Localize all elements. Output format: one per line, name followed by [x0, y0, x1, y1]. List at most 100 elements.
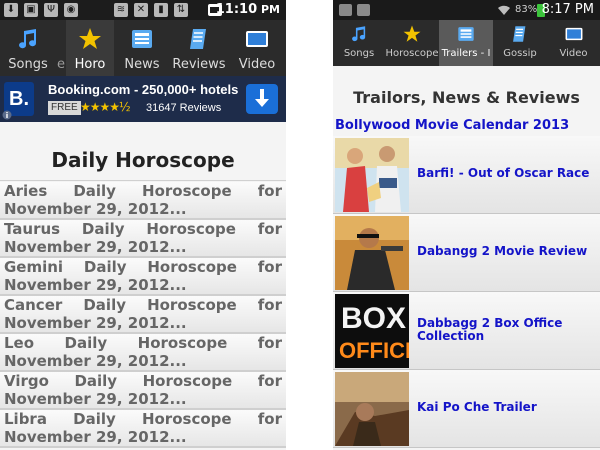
item-word: Horoscope — [142, 372, 233, 390]
ad-headline: Booking.com - 250,000+ hotels — [48, 82, 239, 97]
wifi-icon — [498, 5, 510, 15]
item-word: Horoscope — [142, 182, 232, 200]
item-word: Cancer — [4, 296, 63, 314]
tab-bar: Songs e Horo News Reviews Video — [0, 20, 286, 76]
tab-songs[interactable]: Songs — [333, 20, 385, 66]
tab-label: e — [57, 57, 65, 72]
item-date: November 29, 2012... — [4, 428, 187, 446]
item-word: for — [257, 182, 282, 200]
signal-icon: ▮ — [154, 3, 168, 17]
tab-label: Songs — [343, 48, 375, 59]
list-item[interactable]: Gemini Daily Horoscope for November 29, 201… — [0, 258, 286, 296]
horoscope-page: Daily Horoscope Aries Daily Horoscope for N… — [0, 110, 286, 450]
list-item[interactable]: Kai Po Che Trailer — [333, 370, 600, 448]
item-date: November 29, 2012... — [4, 314, 187, 332]
item-word: Horoscope — [141, 410, 232, 428]
free-badge: FREE — [48, 101, 81, 115]
camera-icon — [357, 4, 370, 16]
video-icon — [246, 31, 268, 47]
tab-label: Reviews — [172, 57, 226, 72]
svg-text:OFFICE: OFFICE — [339, 338, 409, 363]
tab-label: Horo — [74, 57, 106, 72]
svg-text:BOX: BOX — [341, 302, 406, 335]
sync-icon: ⇅ — [174, 3, 188, 17]
item-word: for — [257, 372, 282, 390]
barfi-thumbnail — [335, 138, 409, 212]
list-item[interactable]: Taurus Daily Horoscope for November 29, 201… — [0, 220, 286, 258]
item-word: Daily — [64, 334, 108, 352]
list-item[interactable]: Dabangg 2 Movie Review — [333, 214, 600, 292]
item-word: for — [257, 296, 282, 314]
news-title: Dabangg 2 Movie Review — [417, 244, 588, 258]
item-word: for — [257, 220, 282, 238]
news-title: Kai Po Che Trailer — [417, 400, 537, 414]
divider — [0, 180, 286, 181]
calendar-link[interactable]: Bollywood Movie Calendar 2013 — [335, 118, 569, 133]
tab-horoscope[interactable]: Horoscope — [385, 20, 439, 66]
tab-gossip[interactable]: Gossip — [493, 20, 547, 66]
status-time: 11:10 PM — [216, 2, 280, 17]
item-word: for — [257, 410, 282, 428]
item-date: November 29, 2012... — [4, 390, 187, 408]
item-word: Daily — [81, 220, 125, 238]
rating-stars: ★★★★½ — [80, 100, 131, 114]
item-word: Daily — [83, 296, 126, 314]
tab-bar: Songs Horoscope Trailers - I Gossip Vide… — [333, 20, 600, 66]
item-word: Libra — [4, 410, 47, 428]
info-icon[interactable] — [2, 110, 12, 120]
item-word: Daily — [73, 182, 116, 200]
android-icon: ◉ — [64, 3, 78, 17]
list-item[interactable]: Barfi! - Out of Oscar Race — [333, 136, 600, 214]
item-word: Aries — [4, 182, 48, 200]
tab-news[interactable]: News — [114, 20, 170, 76]
image-icon: ▣ — [24, 3, 38, 17]
screenshot-stage: ⬇ ▣ Ψ ◉ ≋ ✕ ▮ ⇅ 11:10 PM Songs e Horo Ne… — [0, 0, 600, 450]
tab-label: Gossip — [503, 48, 537, 59]
music-note-icon — [352, 26, 366, 42]
list-item[interactable]: Leo Daily Horoscope for November 29, 2012..… — [0, 334, 286, 372]
tab-label: Trailers - I — [441, 48, 491, 59]
list-item[interactable]: Libra Daily Horoscope for November 29, 2012… — [0, 410, 286, 448]
music-note-icon — [19, 29, 37, 49]
tab-video[interactable]: Video — [547, 20, 600, 66]
status-bar: ⬇ ▣ Ψ ◉ ≋ ✕ ▮ ⇅ 11:10 PM — [0, 0, 286, 20]
news-title: Dabbagg 2 Box Office Collection — [417, 316, 563, 343]
tab-label: Horoscope — [385, 48, 439, 59]
wifi-icon: ≋ — [114, 3, 128, 17]
tab-horoscope[interactable]: Horo — [66, 20, 114, 76]
item-word: Horoscope — [146, 220, 236, 238]
item-date: November 29, 2012... — [4, 238, 187, 256]
page-title: Daily Horoscope — [51, 148, 235, 172]
status-bar: 83% 8:17 PM — [333, 0, 600, 20]
list-item[interactable]: Aries Daily Horoscope for November 29, 2012… — [0, 182, 286, 220]
page-title: Trailors, News & Reviews — [353, 88, 580, 107]
list-item[interactable]: Cancer Daily Horoscope for November 29, 201… — [0, 296, 286, 334]
horoscope-list: Aries Daily Horoscope for November 29, 2012… — [0, 182, 286, 448]
download-button[interactable] — [246, 84, 278, 114]
item-word: for — [257, 258, 282, 276]
list-item[interactable]: BOX OFFICE Dabbagg 2 Box Office Collecti… — [333, 292, 600, 370]
mute-icon: ✕ — [134, 3, 148, 17]
camera-icon — [339, 4, 352, 16]
tab-partial[interactable]: e — [56, 20, 66, 76]
tab-songs[interactable]: Songs — [0, 20, 56, 76]
news-icon — [132, 30, 152, 48]
ad-banner[interactable]: B. Booking.com - 250,000+ hotels FREE ★★… — [0, 76, 286, 122]
item-word: Horoscope — [137, 334, 228, 352]
item-word: Virgo — [4, 372, 49, 390]
item-word: Taurus — [4, 220, 61, 238]
tab-reviews[interactable]: Reviews — [170, 20, 228, 76]
box-office-thumbnail: BOX OFFICE — [335, 294, 409, 368]
download-arrow-icon — [255, 89, 269, 107]
tab-trailers[interactable]: Trailers - I — [439, 20, 493, 66]
list-item[interactable]: Virgo Daily Horoscope for November 29, 2012… — [0, 372, 286, 410]
status-time-suffix: PM — [260, 3, 280, 16]
dabangg-thumbnail — [335, 216, 409, 290]
tab-label: News — [124, 57, 160, 72]
tab-label: Video — [238, 57, 276, 72]
news-title: Barfi! - Out of Oscar Race — [417, 166, 590, 180]
right-phone-screen: 83% 8:17 PM Songs Horoscope Trailers - I… — [333, 0, 600, 450]
tab-video[interactable]: Video — [228, 20, 286, 76]
news-list: Barfi! - Out of Oscar Race Dabangg 2 Mov… — [333, 136, 600, 448]
review-icon — [190, 29, 206, 49]
